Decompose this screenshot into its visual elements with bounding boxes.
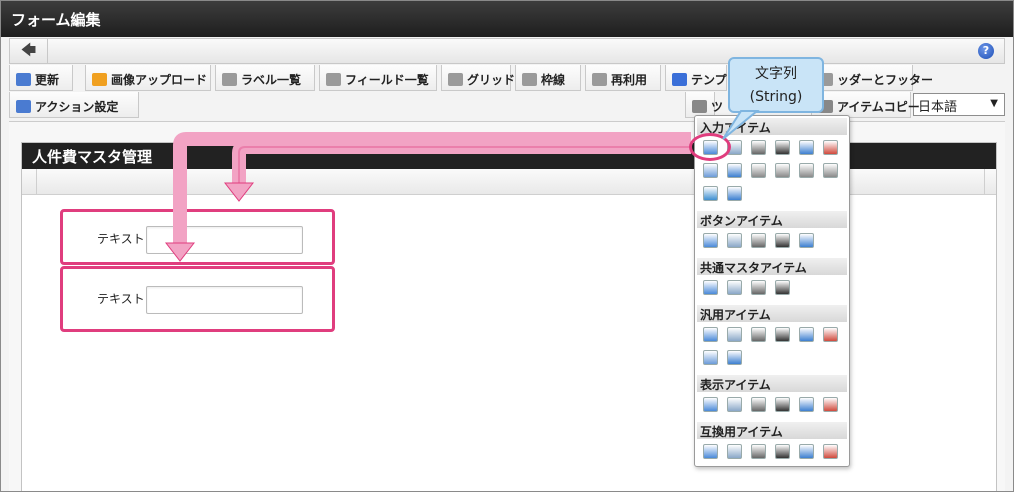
app-window: フォーム編集 🡄 ? 日本語 ▼ 更新 画像アップロード ラベル一覧 フィールド一覧グ… (0, 0, 1014, 492)
callout-tail (722, 110, 760, 140)
callout-pointer (722, 110, 760, 140)
